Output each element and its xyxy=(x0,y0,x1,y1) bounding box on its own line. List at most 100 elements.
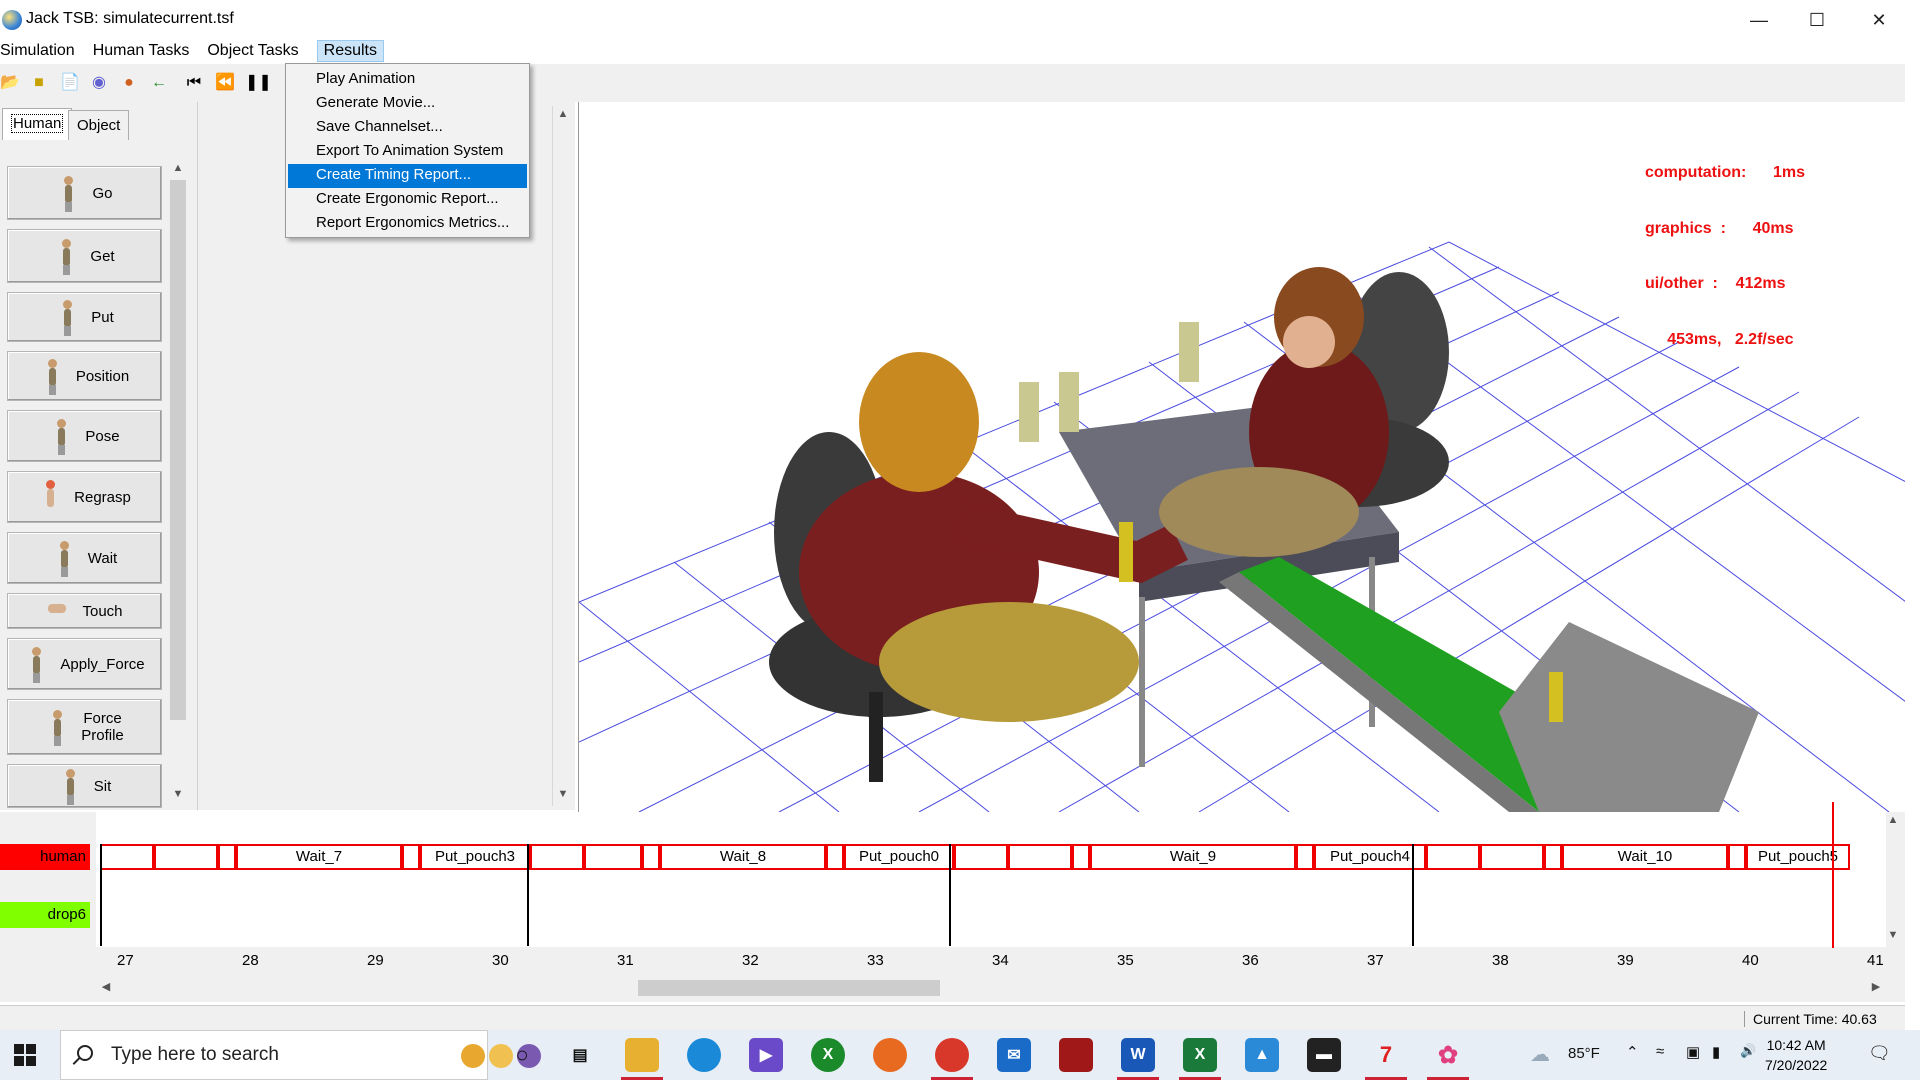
task-view-icon[interactable]: ▤ xyxy=(563,1038,597,1072)
save-icon[interactable]: ■ xyxy=(30,74,48,92)
scrollbar-thumb[interactable] xyxy=(638,980,940,996)
word-icon[interactable]: W xyxy=(1117,1038,1159,1080)
file-explorer-icon[interactable] xyxy=(621,1038,663,1080)
menu-item-create-timing-report[interactable]: Create Timing Report... xyxy=(288,164,527,188)
scroll-up-icon[interactable]: ▲ xyxy=(168,162,188,180)
task-go-button[interactable]: Go xyxy=(7,166,162,220)
mail-icon[interactable]: ✉ xyxy=(997,1038,1031,1072)
current-time-cursor[interactable] xyxy=(1832,802,1834,948)
timeline-segment-put-pouch0[interactable]: Put_pouch0 xyxy=(844,844,954,870)
timeline-segment[interactable] xyxy=(1544,844,1562,870)
task-get-button[interactable]: Get xyxy=(7,229,162,283)
timeline-segment-wait-10[interactable]: Wait_10 xyxy=(1562,844,1728,870)
pause-icon[interactable]: ❚❚ xyxy=(245,74,272,92)
timeline-segment[interactable] xyxy=(218,844,236,870)
timeline-segment[interactable] xyxy=(402,844,420,870)
menu-object-tasks[interactable]: Object Tasks xyxy=(207,40,306,62)
menu-item-generate-movie[interactable]: Generate Movie... xyxy=(288,92,527,116)
close-button[interactable]: ✕ xyxy=(1850,0,1908,40)
timeline-segment-put-pouch3[interactable]: Put_pouch3 xyxy=(420,844,530,870)
task-wait-button[interactable]: Wait xyxy=(7,532,162,584)
timeline-vertical-scrollbar[interactable]: ▲ ▼ xyxy=(1883,812,1903,947)
menu-item-create-ergonomic-report[interactable]: Create Ergonomic Report... xyxy=(288,188,527,212)
new-icon[interactable]: 📄 xyxy=(60,74,80,92)
photos-icon[interactable]: ▲ xyxy=(1245,1038,1279,1072)
task-list-scrollbar[interactable]: ▲ ▼ xyxy=(168,160,188,808)
windows-start-icon[interactable] xyxy=(14,1044,36,1066)
fan-app-icon[interactable]: ✿ xyxy=(1427,1038,1469,1080)
timeline-segment-put-pouch5[interactable]: Put_pouch5 xyxy=(1746,844,1850,870)
maximize-button[interactable]: ☐ xyxy=(1788,0,1846,40)
scroll-right-icon[interactable]: ▶ xyxy=(1866,980,1886,998)
timeline-segment[interactable] xyxy=(1426,844,1480,870)
firefox-icon[interactable] xyxy=(873,1038,907,1072)
edge-browser-icon[interactable] xyxy=(687,1038,721,1072)
task-regrasp-button[interactable]: Regrasp xyxy=(7,471,162,523)
timeline-segment-wait-7[interactable]: Wait_7 xyxy=(236,844,402,870)
weather-icon[interactable]: ☁ xyxy=(1530,1042,1550,1067)
human-icon[interactable]: ● xyxy=(120,74,138,92)
task-position-button[interactable]: Position xyxy=(7,351,162,401)
menu-item-report-ergonomics-metrics[interactable]: Report Ergonomics Metrics... xyxy=(288,212,527,236)
chrome-icon[interactable] xyxy=(931,1038,973,1080)
timeline-segment[interactable] xyxy=(584,844,642,870)
timeline-segment-wait-9[interactable]: Wait_9 xyxy=(1090,844,1296,870)
game-app-icon[interactable] xyxy=(1059,1038,1093,1072)
minimize-button[interactable]: — xyxy=(1730,0,1788,40)
chevron-up-icon[interactable]: ⌃ xyxy=(1626,1043,1639,1061)
tab-human[interactable]: Human xyxy=(2,108,73,140)
timeline-segment-put-pouch4[interactable]: Put_pouch4 xyxy=(1314,844,1426,870)
timeline-segment[interactable] xyxy=(1296,844,1314,870)
timeline-horizontal-scrollbar[interactable]: ◀ ▶ xyxy=(96,978,1886,996)
object-icon[interactable]: ◉ xyxy=(90,74,108,92)
scroll-left-icon[interactable]: ◀ xyxy=(96,980,116,998)
timeline-segment-wait-8[interactable]: Wait_8 xyxy=(660,844,826,870)
timeline-segment[interactable] xyxy=(642,844,660,870)
cortana-icon[interactable]: ○ xyxy=(505,1038,539,1072)
task-put-button[interactable]: Put xyxy=(7,292,162,342)
jack-taskbar-icon[interactable]: 7 xyxy=(1365,1038,1407,1080)
menu-human-tasks[interactable]: Human Tasks xyxy=(93,40,198,62)
menu-item-export-animation[interactable]: Export To Animation System xyxy=(288,140,527,164)
timeline-segment[interactable] xyxy=(1480,844,1544,870)
menu-results[interactable]: Results xyxy=(316,40,384,62)
timeline-segment[interactable] xyxy=(530,844,584,870)
scroll-down-icon[interactable]: ▼ xyxy=(1883,929,1903,947)
timeline-segment[interactable] xyxy=(1072,844,1090,870)
details-scrollbar[interactable]: ▲ ▼ xyxy=(552,106,570,806)
media-player-icon[interactable]: ▶ xyxy=(749,1038,783,1072)
timeline-segment[interactable] xyxy=(954,844,1008,870)
system-clock[interactable]: 10:42 AM 7/20/2022 xyxy=(1765,1035,1827,1075)
scroll-down-icon[interactable]: ▼ xyxy=(553,788,573,806)
track-label-drop6[interactable]: drop6 xyxy=(0,902,90,928)
taskbar-search-box[interactable]: Type here to search xyxy=(60,1030,541,1080)
task-force-profile-button[interactable]: Force Profile xyxy=(7,699,162,755)
scroll-up-icon[interactable]: ▲ xyxy=(1883,814,1903,832)
task-apply-force-button[interactable]: Apply_Force xyxy=(7,638,162,690)
menu-item-save-channelset[interactable]: Save Channelset... xyxy=(288,116,527,140)
menu-item-play-animation[interactable]: Play Animation xyxy=(288,68,527,92)
timeline-tracks[interactable]: Wait_7 Put_pouch3 Wait_8 Put_pouch0 Wait… xyxy=(96,802,1886,948)
scroll-up-icon[interactable]: ▲ xyxy=(553,108,573,126)
wifi-icon[interactable]: ≈ xyxy=(1656,1043,1664,1060)
rewind-icon[interactable]: ⏪ xyxy=(215,74,235,92)
battery-icon[interactable]: ▮ xyxy=(1712,1043,1720,1061)
skip-start-icon[interactable]: ⏮ xyxy=(185,74,203,92)
open-icon[interactable]: 📂 xyxy=(0,74,20,92)
scroll-down-icon[interactable]: ▼ xyxy=(168,788,188,806)
timeline-segment[interactable] xyxy=(154,844,218,870)
excel-icon[interactable]: X xyxy=(1179,1038,1221,1080)
menu-simulation[interactable]: Simulation xyxy=(0,40,83,62)
xbox-icon[interactable]: X xyxy=(811,1038,845,1072)
back-arrow-icon[interactable]: ← xyxy=(150,74,168,92)
task-sit-button[interactable]: Sit xyxy=(7,764,162,808)
track-label-human[interactable]: human xyxy=(0,844,90,870)
timeline-segment[interactable] xyxy=(100,844,154,870)
notification-icon[interactable]: 🗨 xyxy=(1868,1043,1891,1064)
timeline-segment[interactable] xyxy=(1008,844,1072,870)
task-touch-button[interactable]: Touch xyxy=(7,593,162,629)
scrollbar-thumb[interactable] xyxy=(170,180,186,720)
timeline-segment[interactable] xyxy=(1728,844,1746,870)
tab-object[interactable]: Object xyxy=(68,110,130,140)
3d-viewport[interactable]: computation: 1ms graphics : 40ms ui/othe… xyxy=(578,102,1905,812)
